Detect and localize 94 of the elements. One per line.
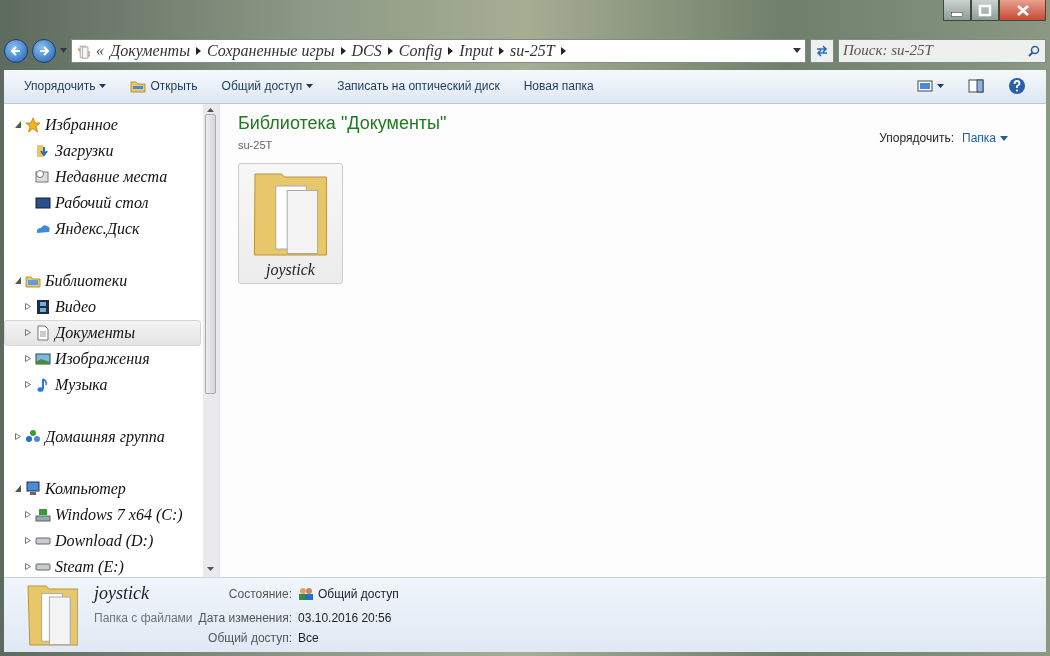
nav-item[interactable]: Download (D:) [4,527,201,554]
chevron-icon [560,46,566,55]
caret-icon [60,48,67,54]
collapsed-arrow-icon [25,381,31,389]
recent-places-icon [35,168,51,185]
nav-item[interactable]: Изображения [4,345,201,372]
view-icon [917,80,933,93]
computer-icon [25,480,41,497]
back-button[interactable] [4,38,28,63]
breadcrumb-item[interactable]: Config [398,39,443,62]
chevron-icon [499,46,505,55]
toolbar-button[interactable]: Общий доступ [211,74,324,99]
drive-icon [35,536,51,545]
breadcrumb-item[interactable]: DCS [351,39,382,62]
breadcrumb-item[interactable]: Сохраненные игры [207,39,335,62]
nav-item[interactable]: Загрузки [4,137,201,164]
caret-icon [937,84,944,89]
overflow-chevron[interactable]: « [96,39,104,62]
nav-item[interactable]: Документы [4,319,201,346]
collapsed-arrow-icon [25,563,31,571]
folder-tile[interactable]: joystick [238,163,343,285]
collapsed-arrow-icon [25,355,31,363]
toolbar-button[interactable]: Новая папка [513,74,604,99]
detail-value: 03.10.2016 20:56 [298,610,392,628]
caret-icon [1000,135,1008,141]
toolbar-button[interactable]: Упорядочить [14,74,117,99]
nav-item[interactable]: Видео [4,293,201,320]
library-title: Библиотека "Документы" [238,111,447,135]
desktop-icon [35,194,51,211]
expanded-arrow-icon [15,121,21,129]
arrange-label: Упорядочить: [879,130,954,148]
collapsed-arrow-icon [15,433,21,441]
detail-label: Общий доступ: [207,630,293,648]
help-icon [1008,77,1026,96]
nav-item[interactable]: Компьютер [4,475,201,502]
forward-arrow-icon [38,44,50,57]
minimize-icon [951,11,963,17]
scrollbar[interactable] [203,103,218,578]
toolbar-button[interactable]: Открыть [120,74,208,99]
toolbar-button[interactable]: Записать на оптический диск [327,74,510,99]
open-icon [130,79,147,94]
nav-item[interactable]: Яндекс.Диск [4,215,201,242]
file-name: joystick [94,582,150,606]
homegroup-icon [25,428,41,445]
address-bar[interactable]: « Документы Сохраненные игры DCS Config Input su-25T [71,38,806,63]
nav-item[interactable]: Домашняя группа [4,423,201,450]
nav-item[interactable]: Библиотеки [4,267,201,294]
collapsed-arrow-icon [25,303,31,311]
refresh-button[interactable] [810,38,834,63]
minimize-button[interactable] [943,0,971,21]
search-field[interactable]: Поиск: su-25T [838,38,1046,63]
chevron-icon [387,46,393,55]
nav-item[interactable]: Музыка [4,371,201,398]
nav-item[interactable]: Рабочий стол [4,189,201,216]
maximize-button[interactable] [971,0,999,21]
expanded-arrow-icon [15,277,21,285]
detail-value: Все [298,630,319,648]
maximize-icon [977,2,993,18]
nav-item[interactable]: Windows 7 x64 (C:) [4,501,201,528]
detail-label: Дата изменения: [198,610,293,628]
picture-icon [35,350,51,367]
folder-path: su-25T [238,137,274,153]
close-button[interactable] [999,0,1046,21]
refresh-icon [815,43,829,58]
drive-icon [35,562,51,571]
search-icon [1028,44,1040,57]
breadcrumb-item[interactable]: Input [459,39,494,62]
chevron-icon [196,46,201,55]
collapsed-arrow-icon [25,537,31,545]
expanded-arrow-icon [15,485,21,493]
forward-button[interactable] [32,38,56,63]
detail-value: Общий доступ [318,585,399,603]
nav-item[interactable]: Недавние места [4,163,201,190]
users-icon [298,586,315,601]
star-icon [25,116,41,133]
film-icon [35,298,51,315]
collapsed-arrow-icon [25,511,31,519]
document-icon [35,324,51,341]
scroll-down-icon [207,567,214,572]
chevron-icon [448,46,454,55]
nav-item[interactable]: Steam (E:) [4,553,201,578]
download-folder-icon [35,142,51,159]
caret-icon [793,48,801,54]
breadcrumb-item[interactable]: su-25T [510,39,555,62]
pane-icon [968,79,984,94]
arrange-dropdown[interactable]: Папка [962,129,1008,148]
back-arrow-icon [10,44,22,57]
system-drive-icon [35,506,51,523]
file-type: Папка с файлами [94,610,193,628]
collapsed-arrow-icon [25,329,31,337]
breadcrumb-item[interactable]: Документы [110,39,190,62]
nav-item[interactable]: Избранное [4,111,201,138]
chevron-icon [340,46,346,55]
detail-label: Состояние: [227,585,293,603]
